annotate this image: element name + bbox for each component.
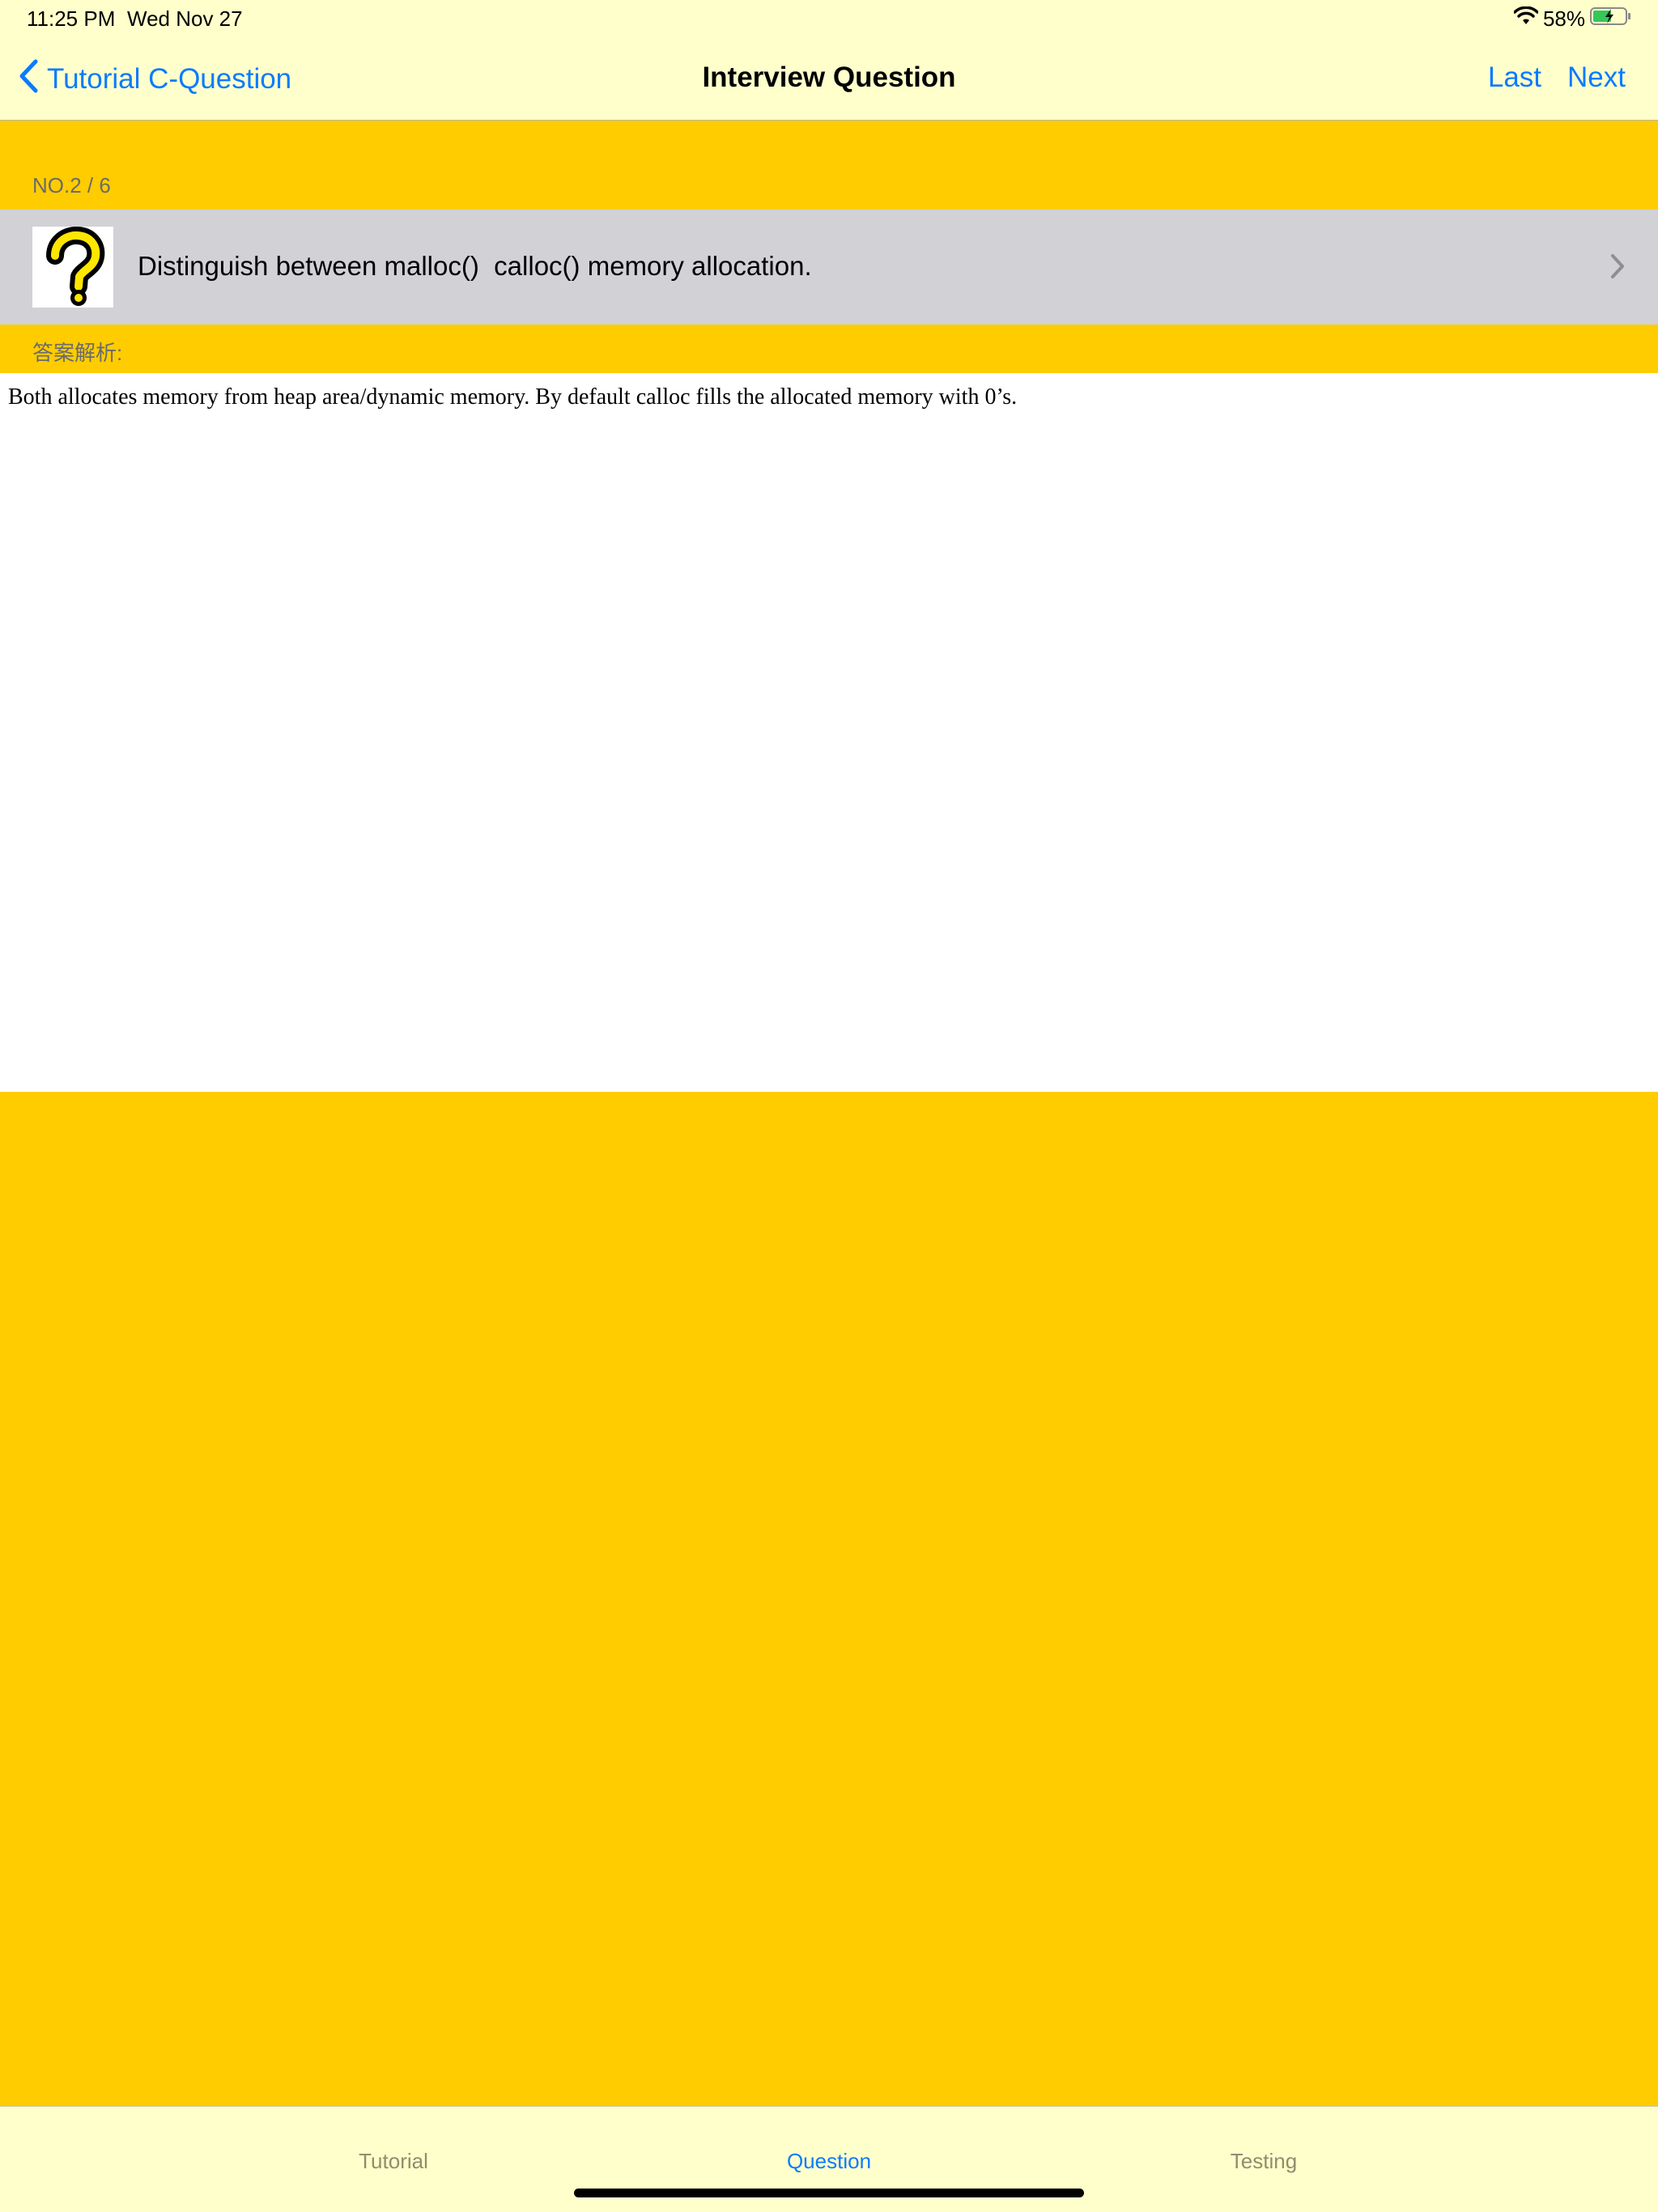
tab-testing[interactable]: Testing	[1231, 2149, 1297, 2174]
question-row[interactable]: Distinguish between malloc() calloc() me…	[0, 210, 1658, 325]
question-text: Distinguish between malloc() calloc() me…	[138, 251, 812, 281]
status-time: 11:25 PM	[27, 6, 116, 31]
battery-percent: 58%	[1542, 6, 1585, 31]
chevron-right-icon	[1609, 253, 1626, 284]
answer-panel: Both allocates memory from heap area/dyn…	[0, 373, 1658, 1092]
last-button[interactable]: Last	[1488, 62, 1541, 94]
status-date: Wed Nov 27	[127, 6, 243, 31]
battery-charging-icon	[1590, 6, 1632, 32]
tab-tutorial[interactable]: Tutorial	[359, 2149, 428, 2174]
home-indicator	[574, 2189, 1084, 2197]
nav-right-buttons: Last Next	[1488, 62, 1626, 94]
question-mark-icon	[32, 226, 113, 308]
status-indicators: 58%	[1513, 6, 1632, 32]
answer-label: 答案解析:	[32, 341, 123, 365]
tab-question[interactable]: Question	[787, 2149, 871, 2174]
wifi-icon	[1513, 6, 1539, 32]
navigation-bar: Tutorial C-Question Interview Question L…	[0, 40, 1658, 121]
question-counter: NO.2 / 6	[32, 173, 111, 197]
status-bar: 11:25 PM Wed Nov 27 58%	[0, 0, 1658, 40]
page-title: Interview Question	[702, 62, 956, 93]
answer-text: Both allocates memory from heap area/dyn…	[8, 384, 1018, 410]
next-button[interactable]: Next	[1567, 62, 1626, 94]
